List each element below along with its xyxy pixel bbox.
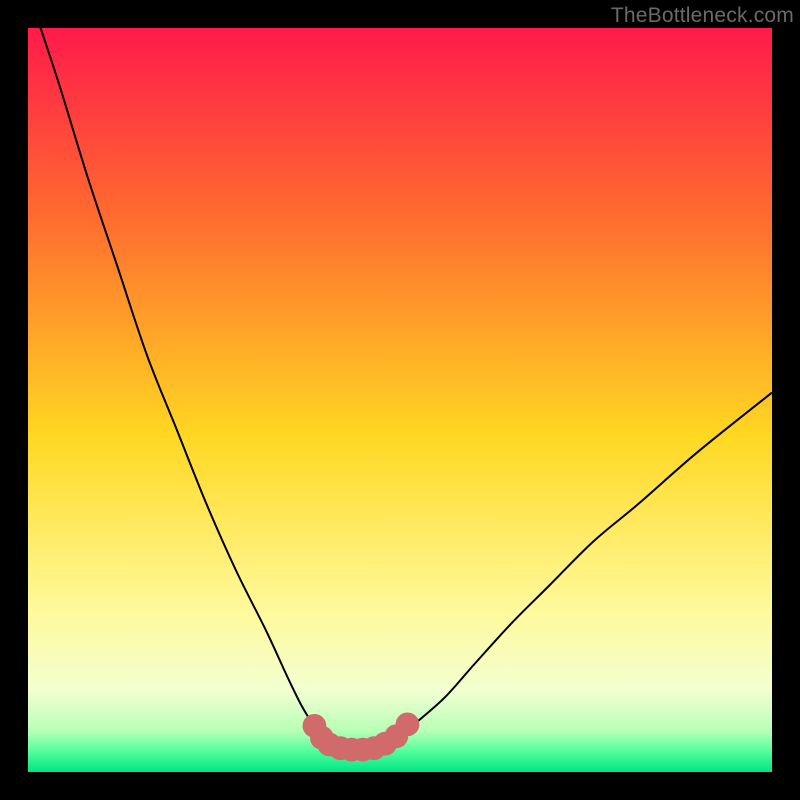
plot-area xyxy=(28,28,772,772)
gradient-background xyxy=(28,28,772,772)
chart-svg xyxy=(28,28,772,772)
watermark-text: TheBottleneck.com xyxy=(611,4,794,28)
valley-highlight-point xyxy=(396,712,420,736)
outer-frame: TheBottleneck.com xyxy=(0,0,800,800)
